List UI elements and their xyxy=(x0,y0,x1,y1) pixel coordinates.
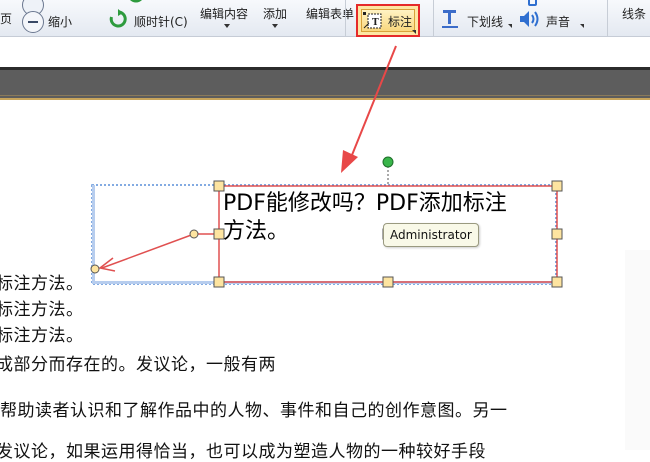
leader-end-handle[interactable] xyxy=(90,264,100,274)
callout-text-line: PDF能修改吗？PDF添加标注 xyxy=(223,191,507,216)
resize-handle[interactable] xyxy=(213,276,225,288)
pointer-arrow-line xyxy=(349,45,397,161)
resize-handle[interactable] xyxy=(551,276,563,288)
pointer-arrow-head xyxy=(341,150,358,173)
resize-handle[interactable] xyxy=(551,228,563,240)
author-tooltip: Administrator xyxy=(383,223,479,247)
leader-knee-handle[interactable] xyxy=(189,229,199,239)
resize-handle[interactable] xyxy=(551,180,563,192)
resize-handle[interactable] xyxy=(382,276,394,288)
rotate-handle[interactable] xyxy=(382,156,394,168)
callout-leader-line xyxy=(101,233,195,269)
